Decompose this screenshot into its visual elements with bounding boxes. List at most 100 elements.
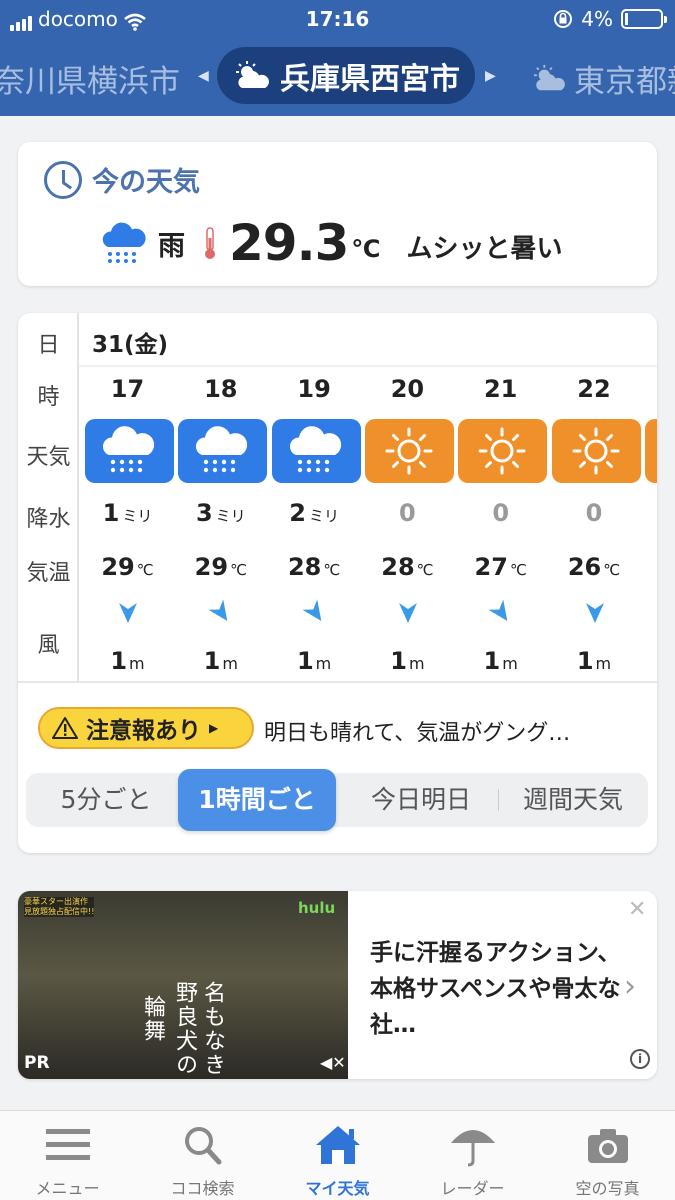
current-weather-title-text: 今の天気: [92, 167, 200, 198]
temp-value: 29 ℃: [81, 553, 174, 581]
ad-text[interactable]: 手に汗握るアクション、本格サスペンスや骨太な社…: [370, 935, 630, 1043]
wind-number: 1: [390, 647, 407, 675]
city-switcher: 奈川県横浜市 ◀ 兵庫県西宮市 ▶ 東京都新: [0, 42, 675, 108]
hour-label: 17: [110, 375, 145, 403]
segment-divider: [498, 789, 499, 811]
segment-1hour[interactable]: 1時間ごと: [178, 769, 336, 831]
temp-value: 28 ℃: [268, 553, 361, 581]
chevron-right-icon[interactable]: ▶: [485, 68, 496, 84]
hour-label: 20: [390, 375, 425, 403]
temp-value: 29 ℃: [174, 553, 267, 581]
city-next-label: 東京都新: [574, 64, 675, 100]
precip-unit: ミリ: [215, 507, 246, 525]
hour-column: 21 0 27 ℃ 1 m: [454, 313, 548, 683]
precip-number: 0: [585, 499, 603, 527]
hour-column-partial: [641, 313, 657, 683]
search-icon: [185, 1127, 222, 1165]
tab-radar[interactable]: レーダー: [405, 1111, 540, 1200]
temp-unit: ℃: [416, 561, 434, 579]
sun-icon: [385, 427, 433, 475]
wind-value: 1m: [174, 647, 267, 675]
tab-menu[interactable]: メニュー: [0, 1111, 135, 1200]
current-weather-row: 雨 29.3 ℃ ムシッと暑い: [98, 214, 562, 272]
sun-icon: [478, 427, 526, 475]
umbrella-icon: [451, 1130, 495, 1167]
thermometer-icon: [205, 227, 215, 259]
weather-tile: [458, 419, 548, 483]
wind-number: 1: [483, 647, 501, 675]
chevron-right-icon[interactable]: ›: [624, 969, 636, 1004]
tab-sky-photos[interactable]: 空の写真: [540, 1111, 675, 1200]
wind-unit: m: [315, 654, 332, 673]
menu-icon: [46, 1129, 90, 1160]
temp-value: 28 ℃: [361, 553, 454, 581]
wind-unit: m: [129, 654, 145, 673]
info-icon[interactable]: i: [630, 1049, 650, 1069]
temp-value: 27 ℃: [454, 553, 547, 581]
interval-segmented-control: 5分ごと 1時間ごと 今日明日 週間天気: [26, 769, 648, 831]
hour-column: 18 3 ミリ 29 ℃ 1 m: [174, 313, 268, 683]
wind-value: 1m: [454, 647, 547, 675]
current-weather-card[interactable]: 今の天気 雨 29.3 ℃ ムシッと暑い: [18, 142, 657, 286]
precip-unit: ミリ: [308, 507, 339, 525]
hour-column: 20 0 28 ℃ 1 m: [361, 313, 454, 683]
tab-bar: メニュー ココ検索 マイ天気 レーダー 空の写真: [0, 1110, 675, 1200]
temp-number: 28: [381, 553, 415, 581]
hour-column: 22 0 26 ℃ 1 m: [548, 313, 641, 683]
alert-text[interactable]: 明日も晴れて、気温がグング…: [264, 715, 570, 747]
chevron-left-icon[interactable]: ◀: [198, 68, 209, 84]
wind-value: 1m: [268, 647, 361, 675]
temp-number: 28: [287, 553, 322, 581]
precip-value: 0: [361, 499, 454, 527]
ad-card[interactable]: 豪華スター出演作 見放題独占配信中!! hulu 名もなき 野良犬の 輪舞 PR …: [18, 891, 657, 1079]
row-label-precip: 降水: [26, 507, 71, 532]
alert-label: 注意報あり: [86, 718, 201, 744]
tab-label: レーダー: [440, 1179, 505, 1198]
divider: [18, 681, 657, 683]
alert-button[interactable]: 注意報あり ▶: [38, 707, 254, 749]
hourly-forecast-card: 日 時 天気 降水 気温 風 31(金) 17 1 ミリ 29 ℃ 1 m 18 3 ミリ 29 ℃ 1…: [18, 313, 657, 853]
segment-today-tomorrow[interactable]: 今日明日: [346, 773, 496, 827]
row-label-day: 日: [37, 333, 60, 358]
ad-film-title-3: 輪舞: [140, 995, 165, 1043]
temp-number: 27: [474, 553, 508, 581]
row-labels: 日 時 天気 降水 気温 風: [18, 313, 79, 683]
tab-search[interactable]: ココ検索: [135, 1111, 270, 1200]
tab-my-weather[interactable]: マイ天気: [270, 1111, 405, 1200]
mute-icon[interactable]: ◀✕: [320, 1053, 346, 1072]
city-next[interactable]: 東京都新: [530, 56, 675, 101]
battery-percent: 4%: [581, 7, 613, 31]
weather-tile: [271, 419, 361, 483]
temp-number: 29: [194, 553, 229, 581]
row-label-hour: 時: [37, 385, 60, 410]
status-bar: docomo 17:16 4%: [0, 0, 675, 38]
city-current[interactable]: 兵庫県西宮市: [217, 47, 475, 104]
precip-number: 3: [195, 499, 213, 527]
city-prev[interactable]: 奈川県横浜市: [0, 56, 180, 101]
tab-label: マイ天気: [305, 1179, 370, 1198]
ad-tagline: 豪華スター出演作 見放題独占配信中!!: [24, 897, 95, 917]
hourly-columns[interactable]: 17 1 ミリ 29 ℃ 1 m 18 3 ミリ 29 ℃ 1 m 19 2 ミリ 28 ℃ 1 m 20 0 28 ℃ 1 m 21…: [81, 313, 657, 683]
ad-brand: hulu: [298, 899, 336, 917]
temp-unit: ℃: [509, 561, 527, 579]
close-icon[interactable]: ✕: [628, 897, 646, 922]
segment-5min[interactable]: 5分ごと: [36, 773, 176, 827]
city-current-label: 兵庫県西宮市: [280, 61, 460, 97]
wind-arrow-icon: [585, 603, 604, 623]
wind-number: 1: [296, 647, 314, 675]
precip-value: 0: [548, 499, 641, 527]
camera-icon: [588, 1129, 628, 1163]
hour-label: 18: [204, 375, 238, 403]
weather-tile: [364, 419, 454, 483]
temp-unit: ℃: [136, 561, 154, 579]
temp-unit: ℃: [323, 561, 341, 579]
wind-unit: m: [408, 654, 425, 673]
rain-icon: [289, 426, 341, 473]
ad-image[interactable]: 豪華スター出演作 見放題独占配信中!! hulu 名もなき 野良犬の 輪舞 PR …: [18, 891, 348, 1079]
segment-weekly[interactable]: 週間天気: [500, 773, 646, 827]
ad-film-title-1: 名もなき: [200, 981, 225, 1077]
precip-value: 1 ミリ: [81, 499, 174, 527]
sun-cloud-icon: [236, 60, 269, 88]
weather-tile: [178, 419, 268, 483]
row-label-weather: 天気: [26, 445, 71, 470]
